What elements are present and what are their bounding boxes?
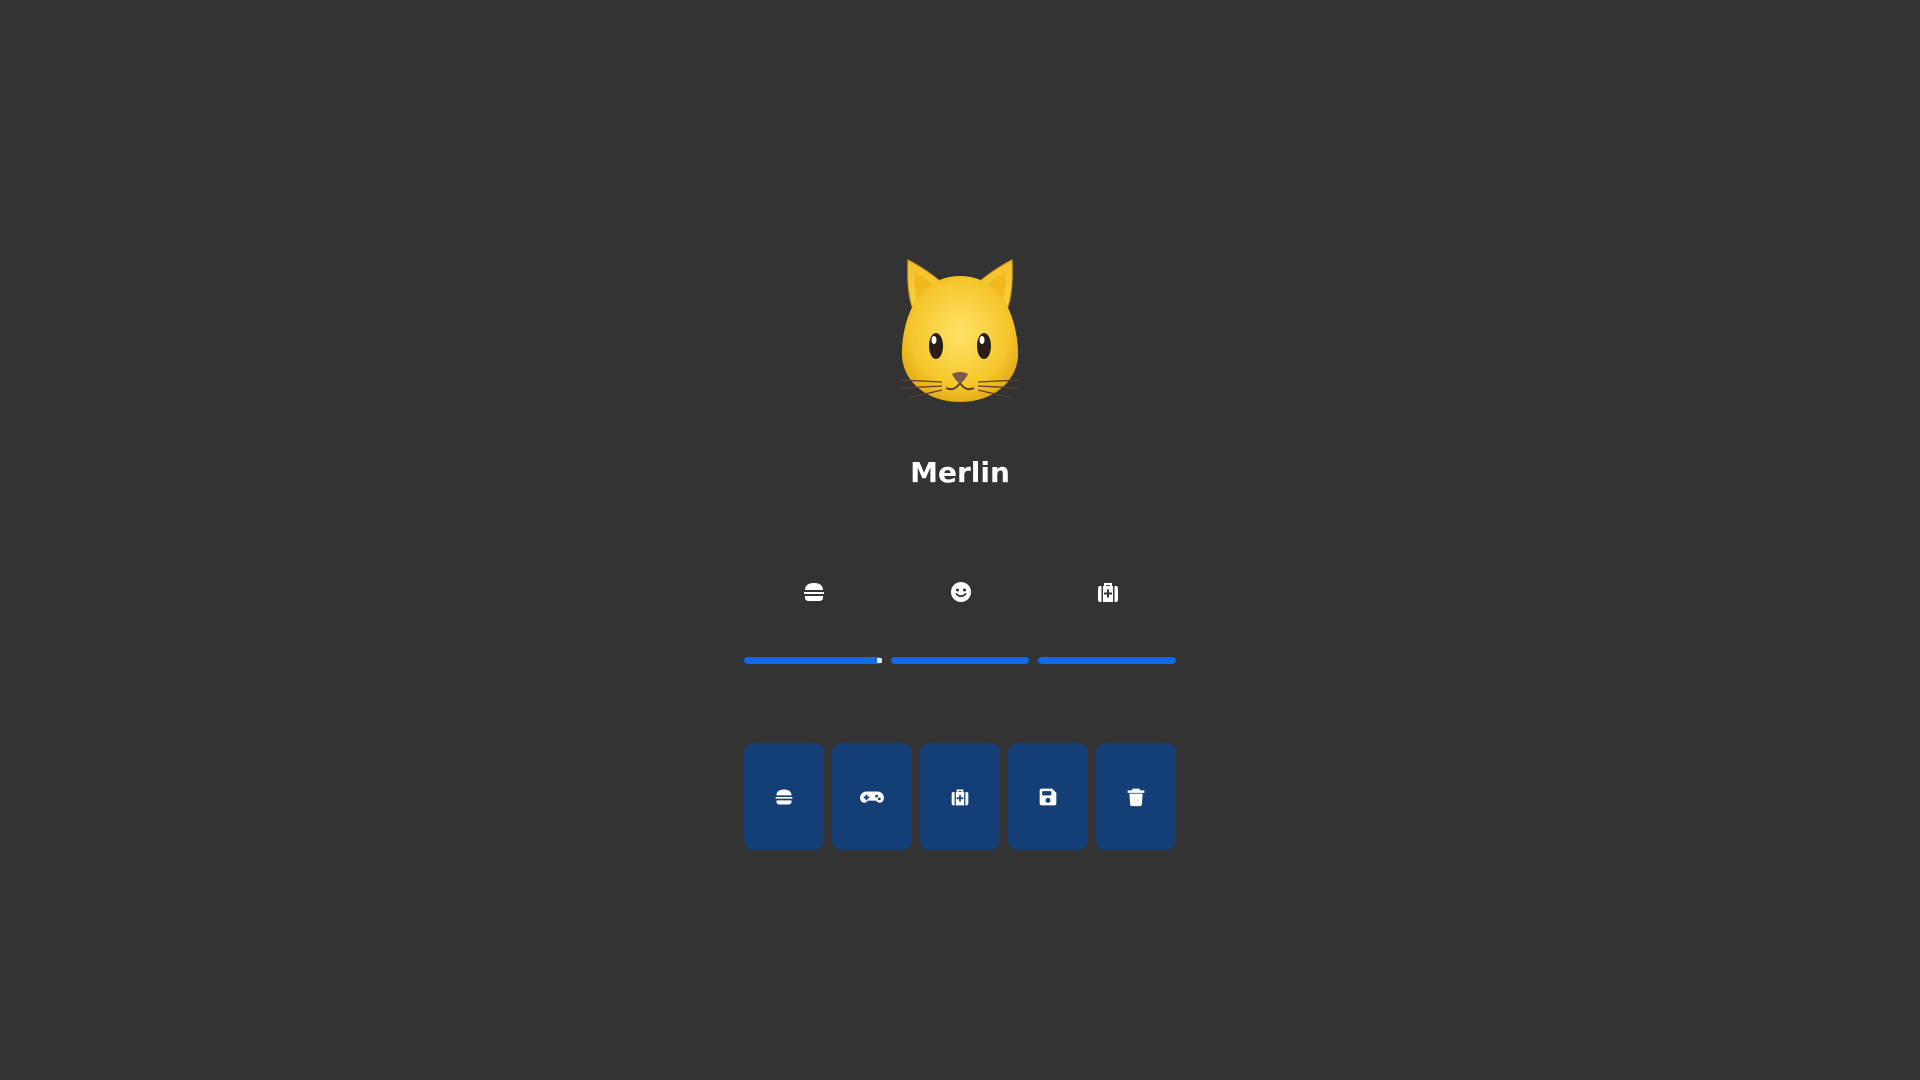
happiness-progress-fill [891, 657, 1029, 664]
hunger-stat-burger-icon [802, 580, 826, 604]
feed-button[interactable] [744, 743, 824, 850]
hunger-bar-handle [877, 658, 882, 663]
pet-name: Merlin [910, 456, 1010, 489]
floppy-disk-icon [1038, 786, 1058, 808]
delete-button[interactable] [1096, 743, 1176, 850]
gamepad-icon [859, 786, 885, 808]
trash-icon [1126, 786, 1146, 808]
pet-app: Merlin [0, 0, 1920, 1080]
cat-face-avatar [898, 258, 1022, 404]
health-progress-fill [1038, 657, 1176, 664]
save-button[interactable] [1008, 743, 1088, 850]
burger-icon [774, 786, 794, 808]
hunger-progress-bar [744, 657, 882, 664]
happiness-progress-bar [891, 657, 1029, 664]
happiness-stat-smile-icon [949, 580, 973, 604]
health-progress-bar [1038, 657, 1176, 664]
hunger-progress-fill [744, 657, 882, 664]
heal-button[interactable] [920, 743, 1000, 850]
medkit-icon [950, 786, 970, 808]
health-stat-medkit-icon [1096, 580, 1120, 604]
play-button[interactable] [832, 743, 912, 850]
